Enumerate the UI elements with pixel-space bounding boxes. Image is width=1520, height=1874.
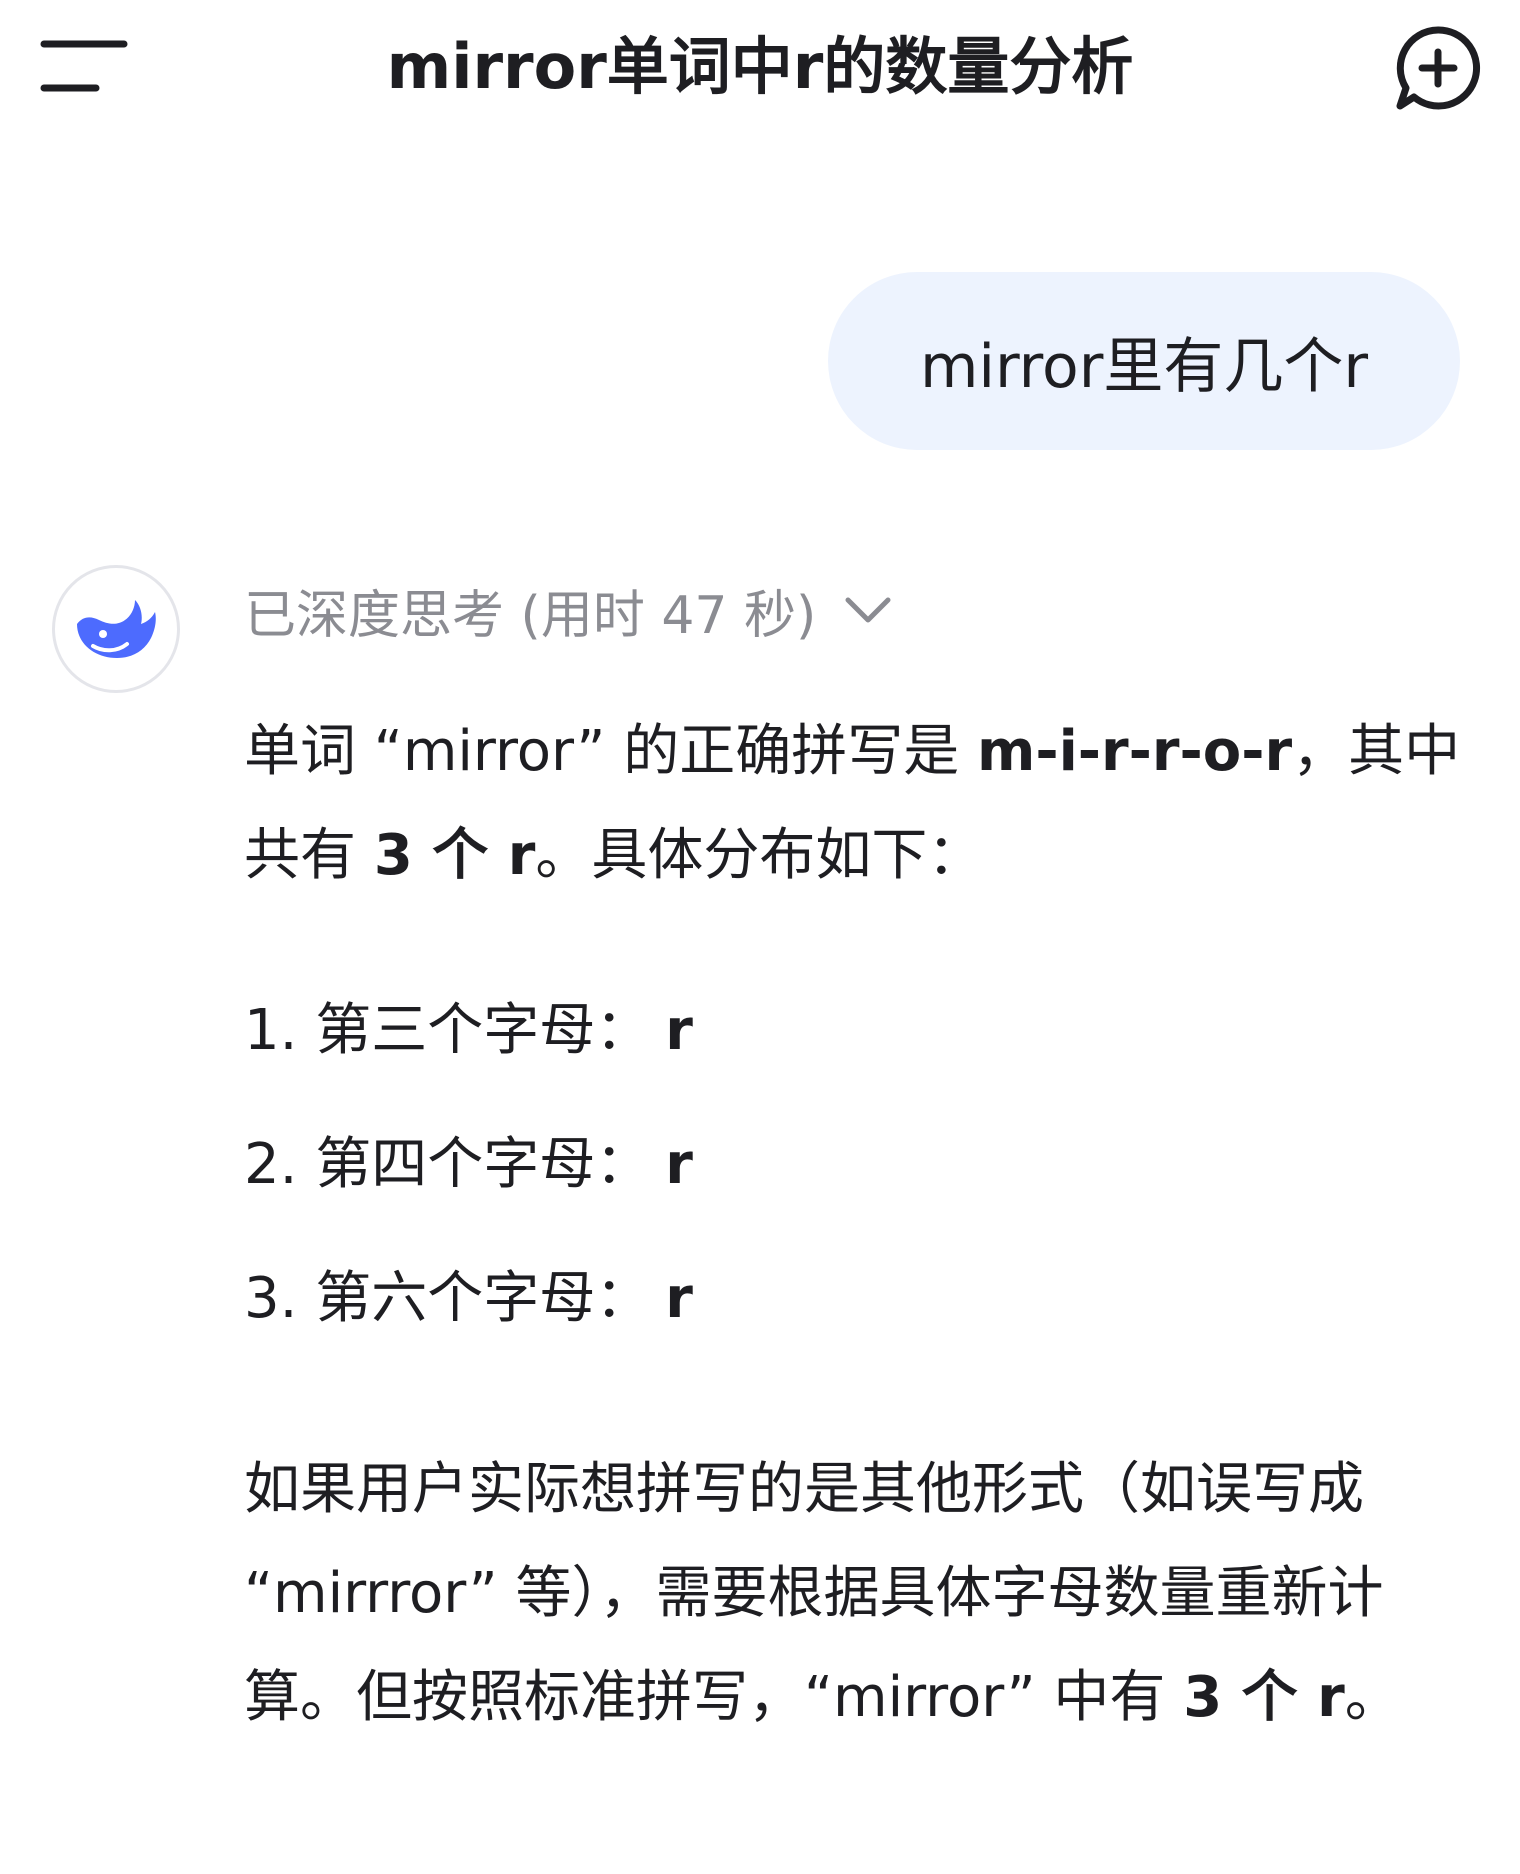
list-item-value: r xyxy=(665,1132,693,1197)
list-item-label: 2. 第四个字母： xyxy=(244,1132,652,1197)
list-item-value: r xyxy=(665,1266,693,1331)
chat-title: mirror单词中r的数量分析 xyxy=(386,30,1134,103)
list-item-label: 3. 第六个字母： xyxy=(244,1266,652,1331)
intro-count: 3 个 r xyxy=(373,823,536,888)
menu-button[interactable] xyxy=(38,30,130,102)
conclusion-suffix: 。 xyxy=(1344,1665,1401,1730)
menu-icon xyxy=(40,40,128,92)
deepseek-whale-logo xyxy=(77,600,156,658)
intro-spelling: m-i-r-r-o-r xyxy=(977,719,1293,784)
chevron-down-icon xyxy=(844,595,892,625)
assistant-message: 单词 “mirror” 的正确拼写是 m-i-r-r-o-r，其中共有 3 个 … xyxy=(244,700,1474,1750)
answer-conclusion: 如果用户实际想拼写的是其他形式（如误写成 “mirrror” 等），需要根据具体… xyxy=(244,1438,1474,1750)
user-message-text: mirror里有几个r xyxy=(919,331,1369,402)
conclusion-count: 3 个 r xyxy=(1183,1665,1345,1730)
list-item-label: 1. 第三个字母： xyxy=(244,998,652,1063)
new-chat-button[interactable] xyxy=(1388,18,1488,118)
list-item: 2. 第四个字母： r xyxy=(244,1098,1474,1232)
assistant-avatar xyxy=(52,565,180,693)
intro-prefix: 单词 “mirror” 的正确拼写是 xyxy=(244,719,978,784)
list-item: 3. 第六个字母： r xyxy=(244,1232,1474,1366)
intro-suffix: 。具体分布如下： xyxy=(535,823,984,888)
list-item: 1. 第三个字母： r xyxy=(244,964,1474,1098)
answer-intro: 单词 “mirror” 的正确拼写是 m-i-r-r-o-r，其中共有 3 个 … xyxy=(244,700,1474,908)
new-chat-icon xyxy=(1396,26,1481,110)
top-bar: mirror单词中r的数量分析 xyxy=(0,0,1520,130)
list-item-value: r xyxy=(665,998,693,1063)
thinking-toggle[interactable]: 已深度思考 (用时 47 秒) xyxy=(244,570,892,650)
letter-position-list: 1. 第三个字母： r 2. 第四个字母： r 3. 第六个字母： r xyxy=(244,964,1474,1366)
user-message-bubble: mirror里有几个r xyxy=(828,272,1460,450)
thinking-status-text: 已深度思考 (用时 47 秒) xyxy=(244,585,817,646)
